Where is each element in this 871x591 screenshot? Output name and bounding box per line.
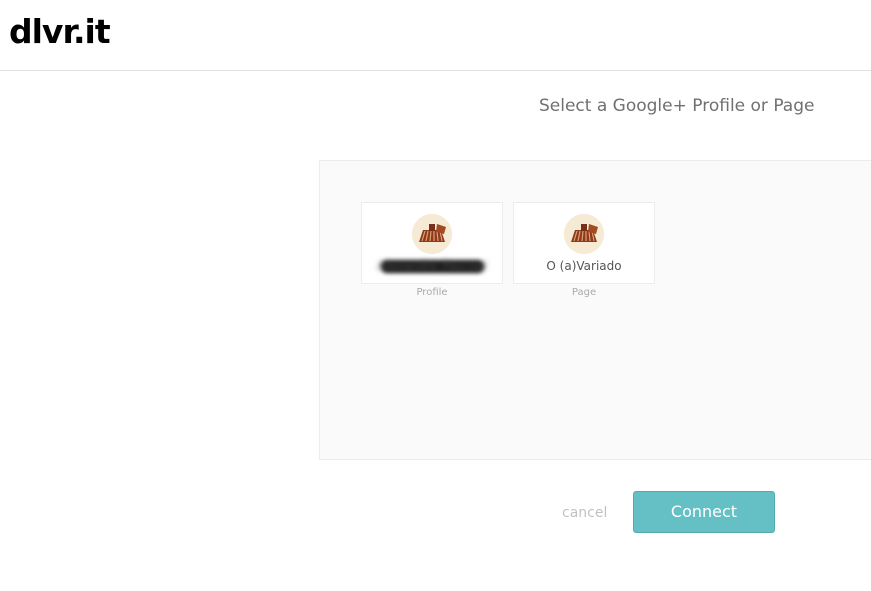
header-divider: [0, 70, 871, 71]
account-option-page[interactable]: O (a)Variado Page: [513, 202, 655, 299]
page-title: Select a Google+ Profile or Page: [539, 96, 815, 116]
dlvr-it-logo: dlvr.it: [9, 12, 111, 51]
account-card[interactable]: Alexandre Pascoal: [361, 202, 503, 284]
connect-button[interactable]: Connect: [633, 491, 775, 533]
cancel-link[interactable]: cancel: [562, 504, 607, 522]
gear-avatar-icon: [564, 214, 604, 254]
account-type-label: Page: [571, 287, 597, 298]
account-card[interactable]: O (a)Variado: [513, 202, 655, 284]
account-name: Alexandre Pascoal: [377, 259, 487, 273]
account-selection-panel: Alexandre Pascoal Profile O (a)Variado P…: [319, 160, 871, 460]
gear-avatar-icon: [412, 214, 452, 254]
account-name: O (a)Variado: [546, 259, 622, 273]
account-option-profile[interactable]: Alexandre Pascoal Profile: [361, 202, 503, 299]
account-type-label: Profile: [416, 287, 448, 298]
